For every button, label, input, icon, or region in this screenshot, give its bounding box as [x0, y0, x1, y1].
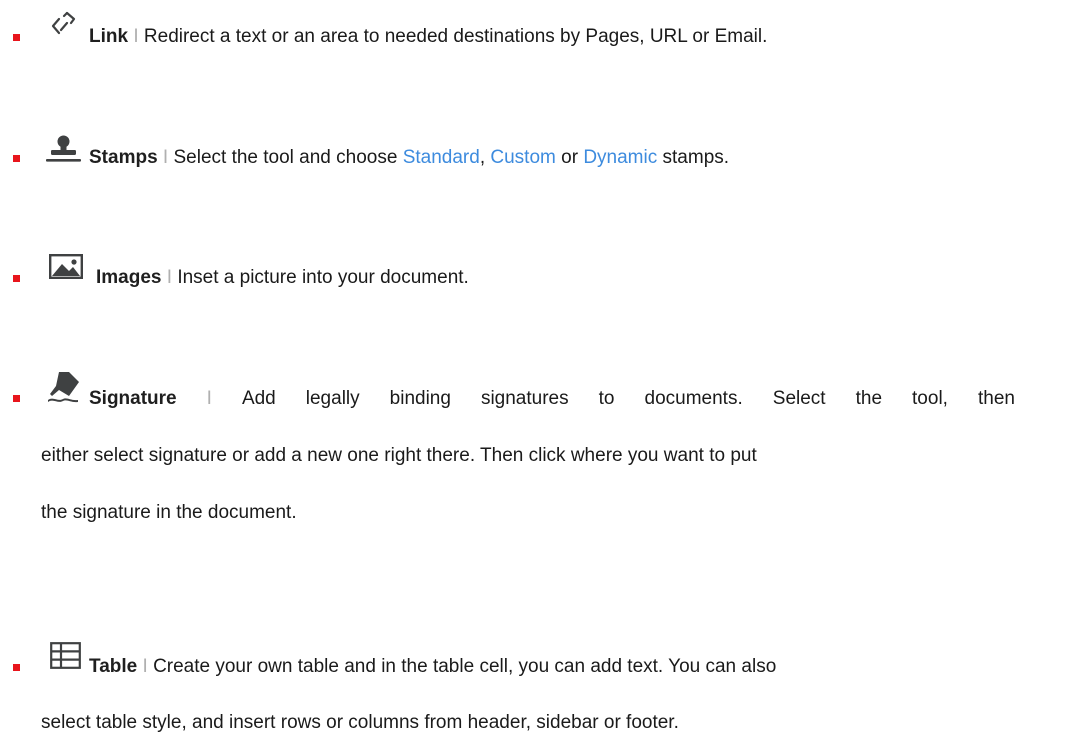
or-text: or: [561, 147, 579, 168]
word: binding: [389, 388, 451, 409]
bullet: [13, 664, 20, 671]
word: then: [977, 388, 1015, 409]
item-term: Images: [96, 267, 162, 288]
custom-stamp-link[interactable]: Custom: [490, 147, 555, 168]
bullet: [13, 155, 20, 162]
word: tool,: [912, 388, 948, 409]
separator: I: [142, 656, 148, 677]
stamp-icon: [46, 135, 81, 162]
item-description: Select the tool and choose: [173, 147, 398, 168]
signature-icon: [48, 372, 79, 403]
item-term: Stamps: [89, 147, 158, 168]
bullet: [13, 34, 20, 41]
item-description-line-2: either select signature or add a new one…: [41, 445, 757, 466]
item-description-end: stamps.: [662, 147, 730, 168]
table-icon: [50, 642, 81, 669]
word: legally: [305, 388, 360, 409]
separator: I: [133, 26, 139, 47]
item-term: Signature: [89, 388, 177, 409]
link-icon: [51, 11, 76, 35]
word: Select: [772, 388, 826, 409]
standard-stamp-link[interactable]: Standard: [403, 147, 480, 168]
image-icon: [49, 254, 83, 279]
dynamic-stamp-link[interactable]: Dynamic: [583, 147, 657, 168]
comma: ,: [479, 147, 486, 168]
word: the: [855, 388, 883, 409]
separator: I: [206, 388, 212, 409]
item-description-line-3: the signature in the document.: [41, 502, 297, 523]
bullet: [13, 275, 20, 282]
item-term: Table: [89, 656, 138, 677]
word: Add: [241, 388, 276, 409]
item-description: Redirect a text or an area to needed des…: [143, 26, 768, 47]
item-description: Create your own table and in the table c…: [153, 656, 777, 677]
word: signatures: [480, 388, 569, 409]
item-description-line-2: select table style, and insert rows or c…: [41, 712, 679, 733]
item-description: Inset a picture into your document.: [177, 267, 469, 288]
word: documents.: [644, 388, 743, 409]
word: to: [598, 388, 615, 409]
separator: I: [162, 147, 169, 168]
separator: I: [166, 267, 173, 288]
item-term: Link: [89, 26, 129, 47]
bullet: [13, 395, 20, 402]
